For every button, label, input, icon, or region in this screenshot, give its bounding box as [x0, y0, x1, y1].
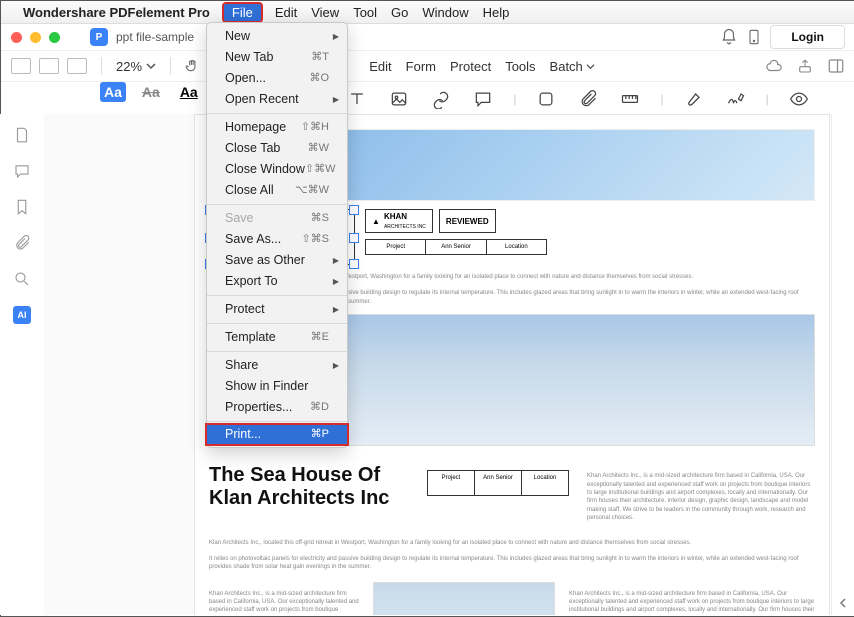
- window-minimize-button[interactable]: [30, 32, 41, 43]
- note-tool-icon[interactable]: [471, 89, 495, 109]
- bookmarks-panel-icon[interactable]: [13, 198, 31, 216]
- menu-item-show-in-finder[interactable]: Show in Finder: [207, 376, 347, 397]
- menu-item-export-to[interactable]: Export To: [207, 271, 347, 292]
- notification-bell-icon[interactable]: [720, 28, 738, 46]
- measure-tool-icon[interactable]: [618, 89, 642, 109]
- menu-window[interactable]: Window: [422, 5, 468, 20]
- menu-view[interactable]: View: [311, 5, 339, 20]
- menu-item-template[interactable]: Template⌘E: [207, 327, 347, 348]
- menu-item-print[interactable]: Print...⌘P: [207, 425, 347, 444]
- paragraph: It relies on photovoltaic panels for ele…: [209, 555, 815, 572]
- building-image-2: [373, 582, 555, 615]
- column-paragraph: Khan Architects Inc., is a mid-sized arc…: [587, 472, 815, 522]
- thumbnails-panel-icon[interactable]: [13, 126, 31, 144]
- search-panel-icon[interactable]: [13, 270, 31, 288]
- menubar: Wondershare PDFelement Pro File Edit Vie…: [1, 1, 854, 24]
- app-logo-icon: P: [90, 28, 108, 46]
- menu-item-close-window[interactable]: Close Window⇧⌘W: [207, 159, 347, 180]
- tab-tools[interactable]: Tools: [505, 59, 535, 74]
- menu-item-homepage[interactable]: Homepage⇧⌘H: [207, 117, 347, 138]
- text-tool-icon[interactable]: [345, 89, 369, 109]
- tab-edit[interactable]: Edit: [369, 59, 391, 74]
- menu-item-share[interactable]: Share: [207, 355, 347, 376]
- image-tool-icon[interactable]: [387, 89, 411, 109]
- hand-tool-icon[interactable]: [185, 59, 199, 73]
- resize-handle-e[interactable]: [349, 233, 359, 243]
- brand-box: ▲KHANARCHITECTS INC: [365, 209, 433, 233]
- tab-batch[interactable]: Batch: [550, 59, 595, 74]
- section-heading-sea-house: The Sea House Of Klan Architects Inc: [209, 464, 409, 510]
- menu-item-save-as[interactable]: Save As...⇧⌘S: [207, 229, 347, 250]
- menu-item-protect[interactable]: Protect: [207, 299, 347, 320]
- view-mode-sidebar-icon[interactable]: [11, 58, 31, 74]
- file-menu-dropdown: New New Tab⌘T Open...⌘O Open Recent Home…: [206, 22, 348, 448]
- attachment-tool-icon[interactable]: [576, 89, 600, 109]
- zoom-level-value[interactable]: 22%: [116, 59, 142, 74]
- menu-tool[interactable]: Tool: [353, 5, 377, 20]
- mobile-device-icon[interactable]: [746, 28, 762, 46]
- text-style-group: Aa Aa Aa: [100, 82, 202, 102]
- ai-panel-button[interactable]: AI: [13, 306, 31, 324]
- menu-item-save: Save⌘S: [207, 208, 347, 229]
- menu-item-properties[interactable]: Properties...⌘D: [207, 397, 347, 418]
- vertical-scrollbar[interactable]: [831, 114, 854, 615]
- link-tool-icon[interactable]: [429, 89, 453, 109]
- brush-tool-icon[interactable]: [682, 89, 706, 109]
- shape-tool-icon[interactable]: [534, 89, 558, 109]
- toolbar-top: 22% Edit Form Protect Tools Batch: [1, 51, 854, 82]
- menu-item-close-all[interactable]: Close All⌥⌘W: [207, 180, 347, 201]
- menu-item-new[interactable]: New: [207, 26, 347, 47]
- chevron-left-icon[interactable]: [837, 597, 849, 609]
- menu-item-open[interactable]: Open...⌘O: [207, 68, 347, 89]
- comments-panel-icon[interactable]: [13, 162, 31, 180]
- menu-file[interactable]: File: [224, 4, 261, 21]
- text-style-strikethrough[interactable]: Aa: [138, 82, 164, 102]
- tab-form[interactable]: Form: [406, 59, 436, 74]
- menu-help[interactable]: Help: [483, 5, 510, 20]
- column-paragraph: Khan Architects Inc., is a mid-sized arc…: [569, 590, 815, 615]
- column-paragraph: Khan Architects Inc., is a mid-sized arc…: [209, 590, 359, 615]
- document-tab-title[interactable]: ppt file-sample: [116, 30, 194, 44]
- tab-protect[interactable]: Protect: [450, 59, 491, 74]
- paragraph: Klan Architects Inc., located this off-g…: [209, 539, 815, 547]
- menu-go[interactable]: Go: [391, 5, 408, 20]
- menu-item-open-recent[interactable]: Open Recent: [207, 89, 347, 110]
- resize-handle-ne[interactable]: [349, 205, 359, 215]
- text-style-underline[interactable]: Aa: [176, 82, 202, 102]
- menu-edit[interactable]: Edit: [275, 5, 297, 20]
- text-style-normal[interactable]: Aa: [100, 82, 126, 102]
- menu-item-new-tab[interactable]: New Tab⌘T: [207, 47, 347, 68]
- cloud-icon[interactable]: [765, 57, 783, 75]
- meta-triple-box: ProjectAnn SeniorLocation: [365, 239, 547, 255]
- view-mode-thumbs-icon[interactable]: [39, 58, 59, 74]
- share-icon[interactable]: [797, 57, 813, 75]
- read-mode-icon[interactable]: [787, 89, 811, 109]
- left-sidebar: AI: [0, 114, 45, 615]
- reviewed-box: REVIEWED: [439, 209, 496, 233]
- chevron-down-icon[interactable]: [146, 61, 156, 71]
- meta-triple-box-2: ProjectAnn SeniorLocation: [427, 470, 569, 496]
- view-mode-single-icon[interactable]: [67, 58, 87, 74]
- panel-toggle-icon[interactable]: [827, 57, 845, 75]
- signature-tool-icon[interactable]: [724, 89, 748, 109]
- menu-item-save-as-other[interactable]: Save as Other: [207, 250, 347, 271]
- menu-item-close-tab[interactable]: Close Tab⌘W: [207, 138, 347, 159]
- document-canvas[interactable]: About Khan Architects Inc. ▲KHANARCHITEC…: [44, 114, 830, 615]
- window-titlebar: P ppt file-sample Login: [1, 24, 854, 51]
- building-image-1: [343, 314, 815, 446]
- login-button[interactable]: Login: [770, 25, 845, 49]
- attachments-panel-icon[interactable]: [13, 234, 31, 252]
- resize-handle-se[interactable]: [349, 259, 359, 269]
- app-name[interactable]: Wondershare PDFelement Pro: [23, 5, 210, 20]
- window-zoom-button[interactable]: [49, 32, 60, 43]
- window-close-button[interactable]: [11, 32, 22, 43]
